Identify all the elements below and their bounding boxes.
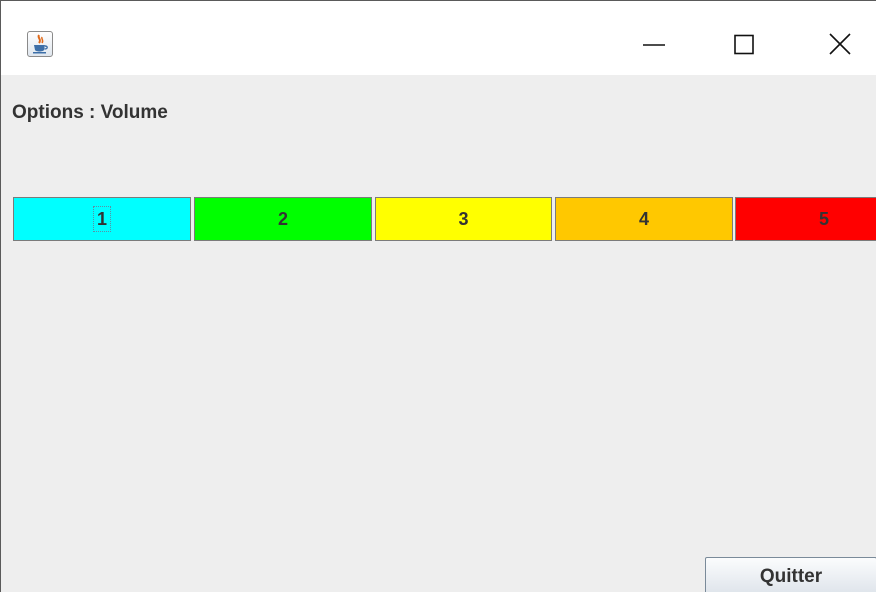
java-cup-icon[interactable] <box>27 31 53 57</box>
title-bar[interactable] <box>1 1 876 75</box>
volume-level-3-label: 3 <box>458 209 469 229</box>
volume-level-2-button[interactable]: 2 <box>194 197 372 241</box>
volume-level-1-button[interactable]: 1 <box>13 197 191 241</box>
options-volume-label: Options : Volume <box>12 102 168 123</box>
volume-level-4-button[interactable]: 4 <box>555 197 733 241</box>
volume-level-5-label: 5 <box>818 209 829 229</box>
volume-level-1-label: 1 <box>92 206 112 232</box>
volume-level-5-button[interactable]: 5 <box>735 197 876 241</box>
minimize-icon <box>643 44 665 46</box>
app-window: Options : Volume 1 2 3 4 5 Quitter <box>0 0 876 592</box>
volume-level-4-label: 4 <box>638 209 649 229</box>
quit-button[interactable]: Quitter <box>705 557 876 592</box>
volume-level-2-label: 2 <box>277 209 288 229</box>
close-icon <box>829 33 851 55</box>
volume-level-3-button[interactable]: 3 <box>375 197 552 241</box>
maximize-button[interactable] <box>721 23 767 67</box>
volume-selector: 1 2 3 4 5 <box>13 197 876 243</box>
maximize-icon <box>734 34 754 55</box>
minimize-button[interactable] <box>631 23 677 67</box>
close-button[interactable] <box>817 23 863 67</box>
